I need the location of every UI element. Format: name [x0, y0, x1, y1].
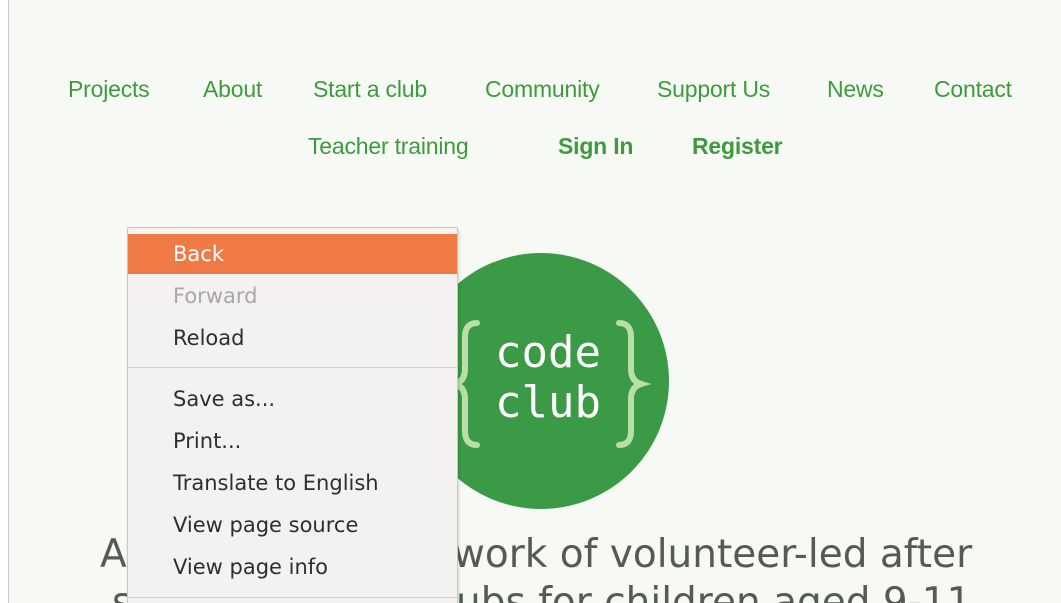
- nav-link-about[interactable]: About: [203, 76, 262, 103]
- sign-in-link[interactable]: Sign In: [558, 133, 633, 160]
- hero-text-line2-end: ubs for children aged 9-11: [456, 580, 972, 603]
- menu-item-back[interactable]: Back: [128, 234, 457, 274]
- logo-text-line2: club: [495, 377, 601, 428]
- menu-item-translate[interactable]: Translate to English: [128, 463, 457, 503]
- window-left-edge: [0, 0, 8, 603]
- hero-text-line1-end: work of volunteer-led after: [453, 532, 973, 577]
- menu-item-view-page-info[interactable]: View page info: [128, 547, 457, 587]
- menu-item-save-as[interactable]: Save as...: [128, 379, 457, 419]
- register-link[interactable]: Register: [692, 133, 783, 160]
- menu-separator: [128, 597, 457, 598]
- nav-link-start-a-club[interactable]: Start a club: [313, 76, 427, 103]
- menu-item-reload[interactable]: Reload: [128, 318, 457, 358]
- context-menu: Back Forward Reload Save as... Print... …: [127, 227, 458, 603]
- menu-item-forward: Forward: [173, 284, 258, 308]
- nav-link-projects[interactable]: Projects: [68, 76, 150, 103]
- window-border: [8, 0, 9, 603]
- nav-link-news[interactable]: News: [827, 76, 884, 103]
- nav-link-teacher-training[interactable]: Teacher training: [308, 133, 469, 160]
- menu-item-view-page-source[interactable]: View page source: [128, 505, 457, 545]
- nav-link-community[interactable]: Community: [485, 76, 600, 103]
- nav-link-support-us[interactable]: Support Us: [657, 76, 770, 103]
- menu-separator: [128, 367, 457, 368]
- menu-item-print[interactable]: Print...: [128, 421, 457, 461]
- logo-text-line1: code: [495, 327, 601, 378]
- hero-text-line1-start: A: [100, 532, 127, 577]
- nav-link-contact[interactable]: Contact: [934, 76, 1012, 103]
- browser-page: Projects About Start a club Community Su…: [0, 0, 1061, 603]
